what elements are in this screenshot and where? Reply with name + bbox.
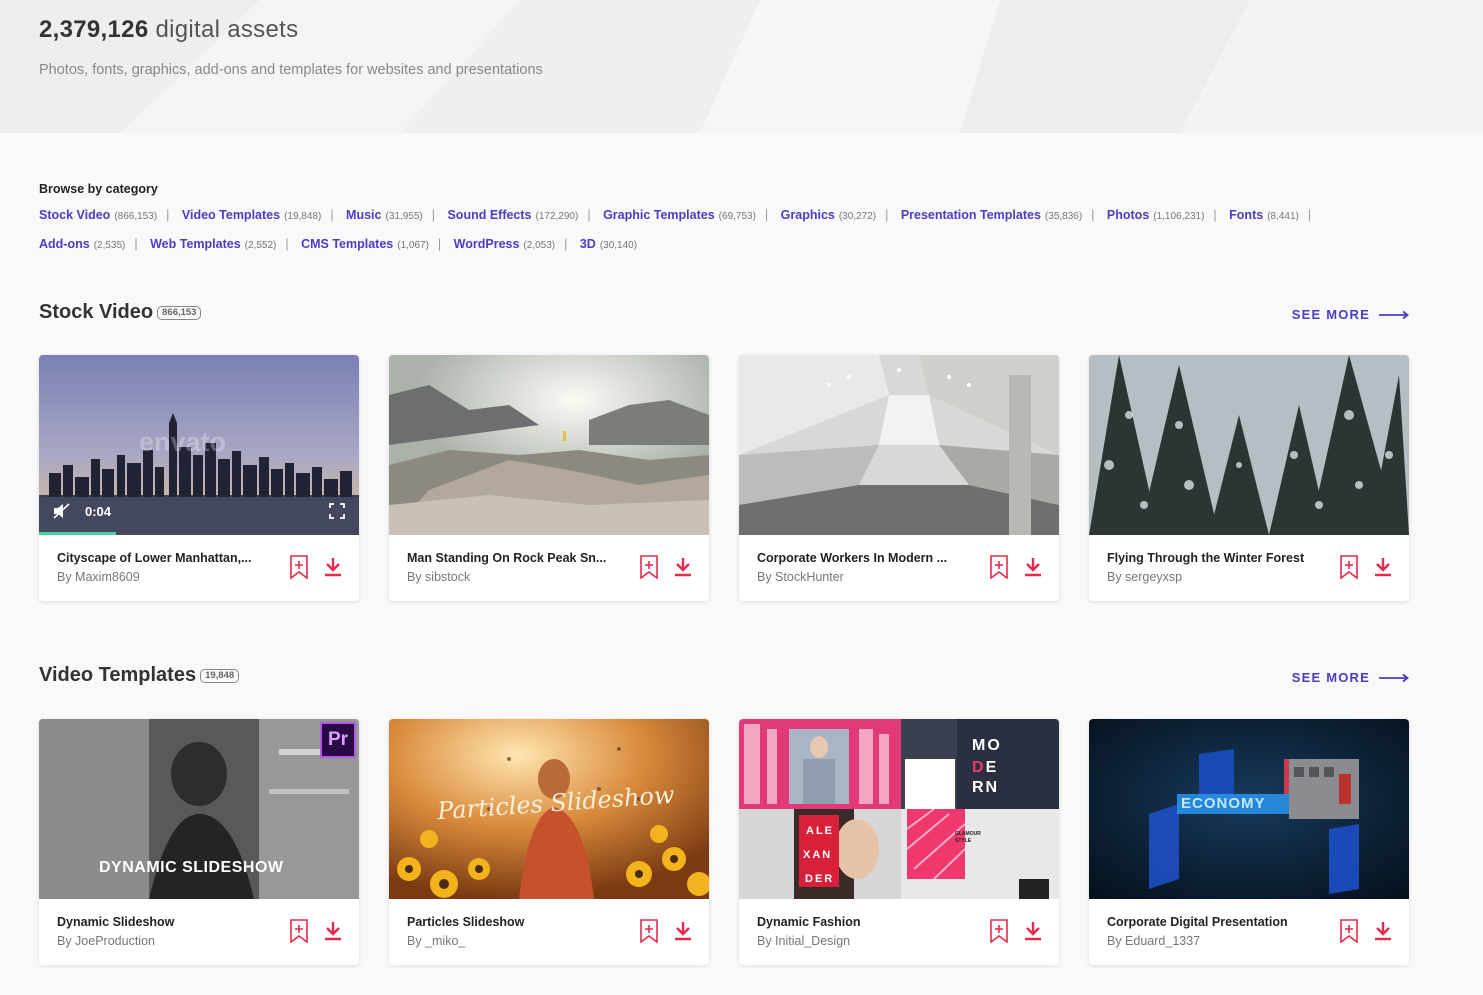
category-presentation-templates[interactable]: Presentation Templates (35,836) — [901, 208, 1082, 222]
watermark-logo: envato — [139, 427, 227, 457]
bookmark-add-icon[interactable] — [290, 919, 308, 943]
category-add-ons[interactable]: Add-ons (2,535) — [39, 237, 125, 251]
category-3d[interactable]: 3D (30,140) — [580, 237, 637, 251]
office-interior-thumbnail — [739, 355, 1059, 535]
hero-subtitle: Photos, fonts, graphics, add-ons and tem… — [39, 62, 543, 78]
thumbnail-text: DER — [805, 873, 835, 885]
asset-card[interactable]: Pr DYNAMIC SLIDESHOW Dynamic Slideshow B… — [39, 719, 359, 965]
asset-author[interactable]: By JoeProduction — [57, 934, 155, 948]
asset-card[interactable]: Corporate Workers In Modern ... By Stock… — [739, 355, 1059, 601]
download-icon[interactable] — [673, 557, 693, 577]
mountain-thumbnail — [389, 355, 709, 535]
category-row-1: Stock Video (866,153) | Video Templates (19… — [39, 208, 1312, 222]
asset-card[interactable]: ECONOMY Corporate Digital Presentation B… — [1089, 719, 1409, 965]
see-more-video-templates[interactable]: SEE MORE — [1292, 670, 1409, 685]
bookmark-add-icon[interactable] — [1340, 555, 1358, 579]
asset-title[interactable]: Corporate Digital Presentation — [1107, 915, 1327, 929]
long-arrow-right-icon — [1379, 310, 1409, 319]
download-icon[interactable] — [1373, 921, 1393, 941]
bookmark-add-icon[interactable] — [640, 919, 658, 943]
category-sound-effects[interactable]: Sound Effects (172,290) — [447, 208, 578, 222]
thumbnail-text: RN — [972, 779, 1000, 796]
category-stock-video[interactable]: Stock Video (866,153) — [39, 208, 157, 222]
video-preview[interactable] — [389, 355, 709, 535]
template-preview[interactable]: ECONOMY — [1089, 719, 1409, 899]
asset-card[interactable]: Particles Slideshow Particles Slideshow … — [389, 719, 709, 965]
category-music[interactable]: Music (31,955) — [346, 208, 423, 222]
fullscreen-icon[interactable] — [329, 503, 345, 519]
asset-author[interactable]: By Initial_Design — [757, 934, 850, 948]
asset-author[interactable]: By Maxim8609 — [57, 570, 140, 584]
category-row-2: Add-ons (2,535) | Web Templates (2,552) | CM… — [39, 237, 638, 251]
long-arrow-right-icon — [1379, 673, 1409, 682]
thumbnail-text: ECONOMY — [1181, 795, 1266, 812]
category-photos[interactable]: Photos (1,106,231) — [1107, 208, 1205, 222]
download-icon[interactable] — [323, 557, 343, 577]
bookmark-add-icon[interactable] — [990, 919, 1008, 943]
asset-title[interactable]: Particles Slideshow — [407, 915, 627, 929]
section-count-badge: 19,848 — [200, 669, 240, 683]
dynamic-fashion-thumbnail — [739, 719, 1059, 899]
video-preview[interactable] — [739, 355, 1059, 535]
bookmark-add-icon[interactable] — [640, 555, 658, 579]
video-progress-bar — [39, 532, 116, 535]
thumbnail-text: GLAMOUR STYLE — [955, 831, 981, 844]
thumbnail-text: ALE — [806, 825, 834, 837]
asset-count: 2,379,126 — [39, 16, 149, 43]
category-web-templates[interactable]: Web Templates (2,552) — [150, 237, 276, 251]
category-wordpress[interactable]: WordPress (2,053) — [454, 237, 555, 251]
hero-title: 2,379,126 digital assets — [39, 16, 298, 44]
video-preview[interactable]: envato 0:04 — [39, 355, 359, 535]
category-cms-templates[interactable]: CMS Templates (1,067) — [301, 237, 429, 251]
asset-count-suffix: digital assets — [155, 16, 299, 43]
asset-author[interactable]: By _miko_ — [407, 934, 465, 948]
bookmark-add-icon[interactable] — [290, 555, 308, 579]
asset-title[interactable]: Dynamic Fashion — [757, 915, 977, 929]
section-title-video-templates: Video Templates 19,848 — [39, 664, 240, 687]
download-icon[interactable] — [1023, 921, 1043, 941]
thumbnail-text: XAN — [803, 849, 833, 861]
hero-banner: 2,379,126 digital assets Photos, fonts, … — [0, 0, 1483, 133]
bookmark-add-icon[interactable] — [990, 555, 1008, 579]
section-count-badge: 866,153 — [157, 306, 202, 320]
thumbnail-text: DE — [972, 759, 999, 776]
see-more-stock-video[interactable]: SEE MORE — [1292, 307, 1409, 322]
asset-title[interactable]: Dynamic Slideshow — [57, 915, 277, 929]
category-fonts[interactable]: Fonts (8,441) — [1229, 208, 1299, 222]
video-timestamp: 0:04 — [85, 503, 112, 519]
category-graphic-templates[interactable]: Graphic Templates (69,753) — [603, 208, 756, 222]
template-preview[interactable]: MO DE RN ALE XAN DER GLAMOUR STYLE — [739, 719, 1059, 899]
asset-author[interactable]: By sibstock — [407, 570, 470, 584]
download-icon[interactable] — [323, 921, 343, 941]
asset-title[interactable]: Corporate Workers In Modern ... — [757, 551, 977, 565]
asset-author[interactable]: By StockHunter — [757, 570, 844, 584]
thumbnail-text: MO — [972, 737, 1002, 754]
asset-title[interactable]: Flying Through the Winter Forest — [1107, 551, 1327, 565]
winter-forest-thumbnail — [1089, 355, 1409, 535]
category-video-templates[interactable]: Video Templates (19,848) — [182, 208, 321, 222]
asset-title[interactable]: Man Standing On Rock Peak Sn... — [407, 551, 627, 565]
template-preview[interactable]: Particles Slideshow — [389, 719, 709, 899]
thumbnail-text: DYNAMIC SLIDESHOW — [99, 859, 284, 876]
asset-card[interactable]: Man Standing On Rock Peak Sn... By sibst… — [389, 355, 709, 601]
download-icon[interactable] — [673, 921, 693, 941]
section-title-stock-video: Stock Video 866,153 — [39, 301, 202, 324]
video-controls: 0:04 — [53, 503, 111, 519]
category-graphics[interactable]: Graphics (30,272) — [781, 208, 876, 222]
main-content: Browse by category Stock Video (866,153) |… — [0, 133, 1483, 995]
asset-card[interactable]: envato 0:04 Cityscape of Lower Manhattan… — [39, 355, 359, 601]
download-icon[interactable] — [1373, 557, 1393, 577]
asset-card[interactable]: MO DE RN ALE XAN DER GLAMOUR STYLE Dynam… — [739, 719, 1059, 965]
asset-card[interactable]: Flying Through the Winter Forest By serg… — [1089, 355, 1409, 601]
video-preview[interactable] — [1089, 355, 1409, 535]
asset-title[interactable]: Cityscape of Lower Manhattan,... — [57, 551, 277, 565]
template-preview[interactable]: Pr DYNAMIC SLIDESHOW — [39, 719, 359, 899]
browse-label: Browse by category — [39, 182, 158, 196]
muted-speaker-icon[interactable] — [53, 503, 71, 519]
asset-author[interactable]: By Eduard_1337 — [1107, 934, 1200, 948]
download-icon[interactable] — [1023, 557, 1043, 577]
bookmark-add-icon[interactable] — [1340, 919, 1358, 943]
premiere-pro-badge: Pr — [320, 722, 356, 758]
asset-author[interactable]: By sergeyxsp — [1107, 570, 1182, 584]
